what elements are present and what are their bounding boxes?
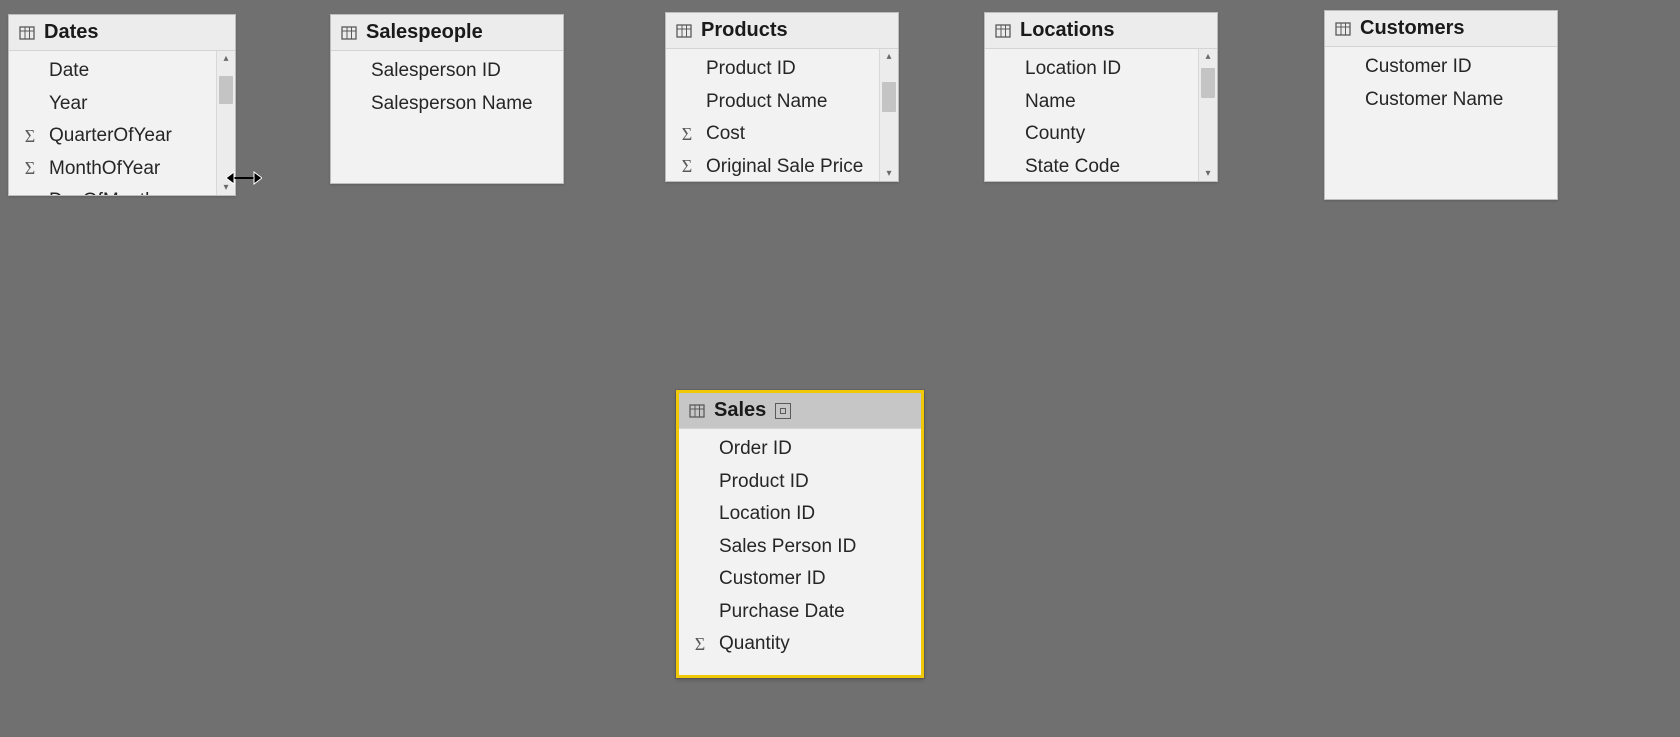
scroll-up-icon[interactable]: ▴ (223, 51, 228, 66)
table-sales[interactable]: Sales Order ID Product ID Location ID Sa… (676, 390, 924, 678)
table-icon (1335, 21, 1351, 37)
table-header-customers[interactable]: Customers (1325, 11, 1557, 47)
field-list-salespeople[interactable]: Salesperson ID Salesperson Name (331, 51, 563, 183)
table-products[interactable]: Products Product ID Product Name ΣCost Σ… (665, 12, 899, 182)
scroll-thumb[interactable] (1201, 68, 1215, 98)
field-list-dates[interactable]: Date Year ΣQuarterOfYear ΣMonthOfYear ΣD… (9, 51, 216, 195)
table-locations[interactable]: Locations Location ID Name County State … (984, 12, 1218, 182)
scroll-up-icon[interactable]: ▴ (1205, 49, 1210, 64)
field-row[interactable]: Customer Name (1325, 84, 1557, 117)
sigma-icon: Σ (676, 153, 698, 180)
table-title: Dates (44, 21, 98, 44)
scroll-thumb[interactable] (882, 82, 896, 112)
table-title: Customers (1360, 17, 1464, 40)
table-title: Locations (1020, 19, 1114, 42)
table-title: Products (701, 19, 788, 42)
field-row[interactable]: State Code (985, 151, 1198, 182)
table-icon (19, 25, 35, 41)
table-header-locations[interactable]: Locations (985, 13, 1217, 49)
scrollbar[interactable]: ▴ ▾ (1198, 49, 1217, 181)
field-row[interactable]: Location ID (679, 498, 921, 531)
scrollbar[interactable]: ▴ ▾ (216, 51, 235, 195)
field-row[interactable]: ΣOriginal Sale Price (666, 151, 879, 182)
field-list-customers[interactable]: Customer ID Customer Name (1325, 47, 1557, 199)
scroll-track[interactable] (1199, 64, 1217, 166)
table-header-salespeople[interactable]: Salespeople (331, 15, 563, 51)
field-row[interactable]: Product ID (666, 53, 879, 86)
field-row[interactable]: Order ID (679, 433, 921, 466)
field-row[interactable]: Purchase Date (679, 596, 921, 629)
sigma-icon: Σ (676, 121, 698, 148)
field-row[interactable]: ΣQuantity (679, 628, 921, 661)
sigma-icon: Σ (19, 123, 41, 150)
sigma-icon: Σ (19, 188, 41, 195)
scroll-track[interactable] (880, 64, 898, 166)
table-title: Salespeople (366, 21, 483, 44)
field-row[interactable]: Date (9, 55, 216, 88)
field-row[interactable]: Year (9, 88, 216, 121)
scroll-down-icon[interactable]: ▾ (886, 166, 891, 181)
field-list-sales[interactable]: Order ID Product ID Location ID Sales Pe… (679, 429, 921, 675)
field-row[interactable]: County (985, 118, 1198, 151)
table-icon (341, 25, 357, 41)
scrollbar[interactable]: ▴ ▾ (879, 49, 898, 181)
field-row[interactable]: Location ID (985, 53, 1198, 86)
field-row[interactable]: Customer ID (1325, 51, 1557, 84)
scroll-down-icon[interactable]: ▾ (223, 180, 228, 195)
table-header-products[interactable]: Products (666, 13, 898, 49)
table-icon (689, 403, 705, 419)
table-customers[interactable]: Customers Customer ID Customer Name (1324, 10, 1558, 200)
field-list-locations[interactable]: Location ID Name County State Code State (985, 49, 1198, 181)
scroll-track[interactable] (217, 66, 235, 180)
field-row[interactable]: Salesperson Name (331, 88, 563, 121)
field-row[interactable]: ΣQuarterOfYear (9, 120, 216, 153)
field-row[interactable]: Customer ID (679, 563, 921, 596)
scroll-thumb[interactable] (219, 76, 233, 104)
table-title: Sales (714, 399, 766, 422)
field-row[interactable]: ΣMonthOfYear (9, 153, 216, 186)
table-dates[interactable]: Dates Date Year ΣQuarterOfYear ΣMonthOfY… (8, 14, 236, 196)
sigma-icon: Σ (19, 155, 41, 182)
table-header-sales[interactable]: Sales (679, 393, 921, 429)
storage-mode-icon[interactable] (775, 403, 791, 419)
field-row[interactable]: Product ID (679, 466, 921, 499)
field-row[interactable]: ΣCost (666, 118, 879, 151)
field-row[interactable]: Sales Person ID (679, 531, 921, 564)
field-row[interactable]: Name (985, 86, 1198, 119)
field-list-products[interactable]: Product ID Product Name ΣCost ΣOriginal … (666, 49, 879, 181)
field-row[interactable]: Product Name (666, 86, 879, 119)
table-icon (676, 23, 692, 39)
sigma-icon: Σ (689, 631, 711, 658)
field-row[interactable]: ΣDayOfMonth (9, 185, 216, 195)
table-salespeople[interactable]: Salespeople Salesperson ID Salesperson N… (330, 14, 564, 184)
scroll-up-icon[interactable]: ▴ (886, 49, 891, 64)
scroll-down-icon[interactable]: ▾ (1205, 166, 1210, 181)
table-header-dates[interactable]: Dates (9, 15, 235, 51)
field-row[interactable]: Salesperson ID (331, 55, 563, 88)
table-icon (995, 23, 1011, 39)
